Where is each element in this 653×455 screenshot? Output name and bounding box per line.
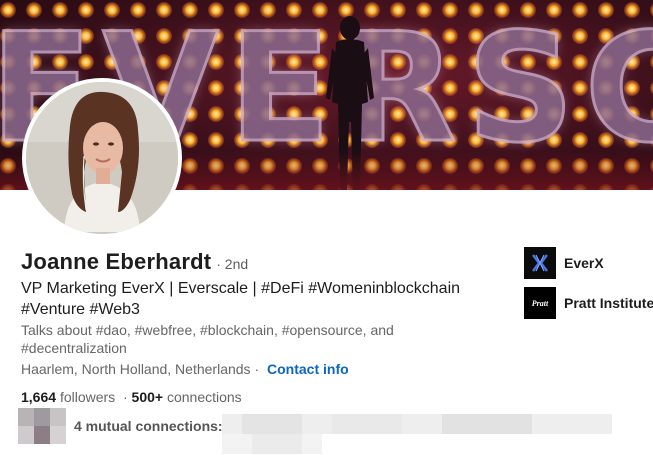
profile-name-row: Joanne Eberhardt · 2nd xyxy=(21,249,248,275)
company-name-pratt[interactable]: Pratt Institute xyxy=(564,295,653,311)
followers-label: followers xyxy=(59,389,116,405)
followers-count: 1,664 xyxy=(21,389,57,405)
mutual-connections-label[interactable]: 4 mutual connections: xyxy=(74,418,223,434)
connections-label[interactable]: connections xyxy=(167,389,242,405)
mutual-connections[interactable]: 4 mutual connections: xyxy=(18,408,638,454)
profile-name: Joanne Eberhardt xyxy=(21,249,212,274)
profile-headline: VP Marketing EverX | Everscale | #DeFi #… xyxy=(21,280,461,318)
company-name-everx[interactable]: EverX xyxy=(564,255,604,271)
blurred-names xyxy=(222,414,612,454)
stats-separator: · xyxy=(122,389,128,405)
location-row: Haarlem, North Holland, Netherlands · Co… xyxy=(21,361,349,377)
location-text: Haarlem, North Holland, Netherlands · xyxy=(21,361,260,377)
everx-logo-icon xyxy=(524,247,556,279)
company-pratt[interactable]: Pratt Pratt Institute xyxy=(524,287,653,319)
talks-about: Talks about #dao, #webfree, #blockchain,… xyxy=(21,322,394,356)
current-companies: EverX Pratt Pratt Institute xyxy=(524,247,653,327)
mutual-avatars-icon xyxy=(18,408,66,444)
network-stats: 1,664 followers · 500+ connections xyxy=(21,389,242,405)
company-everx[interactable]: EverX xyxy=(524,247,653,279)
avatar-photo xyxy=(26,82,178,234)
connection-degree: · 2nd xyxy=(216,256,249,272)
pratt-logo-icon: Pratt xyxy=(524,287,556,319)
connections-count[interactable]: 500+ xyxy=(132,389,164,405)
contact-info-link[interactable]: Contact info xyxy=(267,361,349,377)
profile-avatar[interactable] xyxy=(22,78,182,238)
